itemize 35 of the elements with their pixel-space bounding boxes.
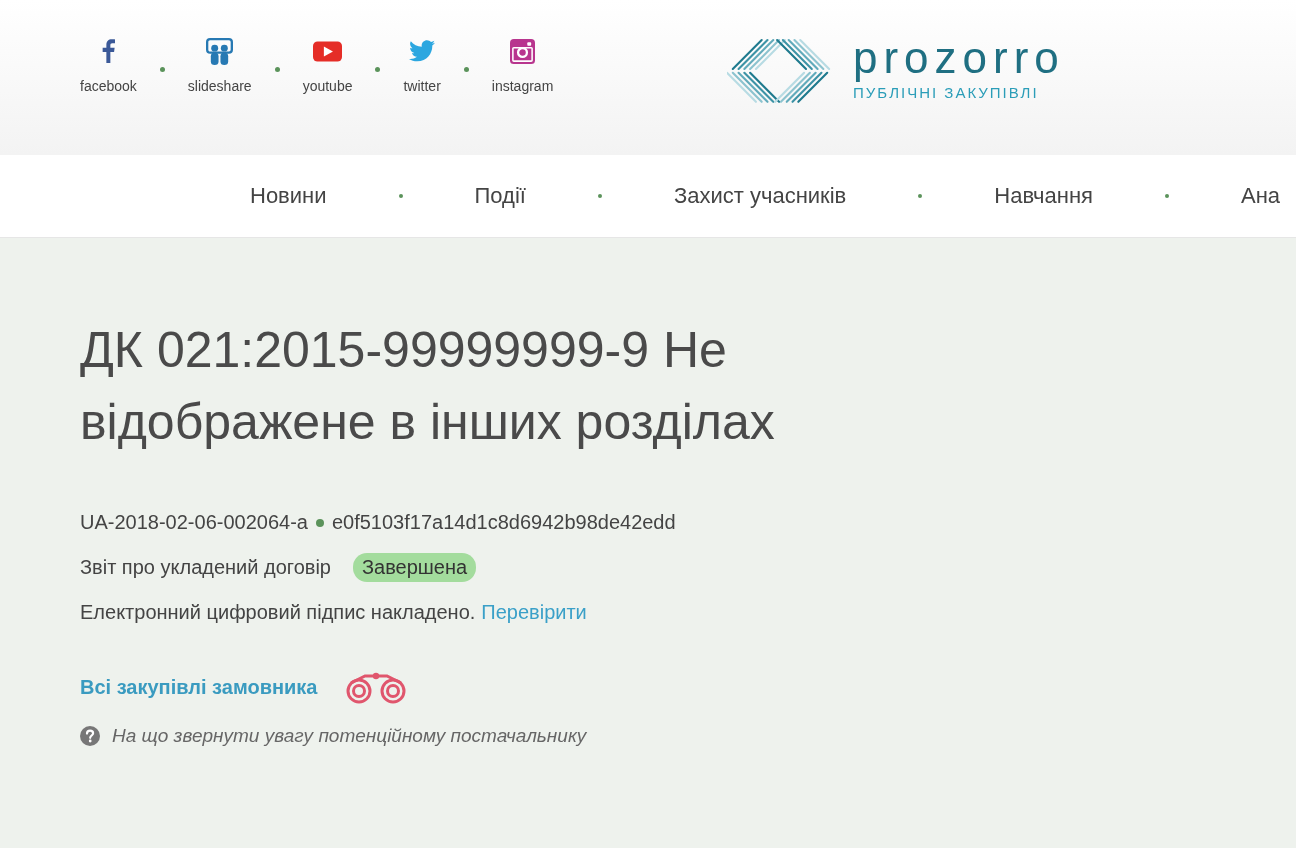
dot-separator-icon — [375, 66, 381, 72]
slideshare-icon — [206, 37, 234, 65]
supplier-hint-link[interactable]: На що звернути увагу потенційному постачальнику — [112, 725, 587, 747]
dot-separator-icon — [1165, 194, 1170, 198]
nav-link[interactable]: Захист учасників — [673, 183, 847, 209]
facebook-icon — [101, 38, 115, 64]
nav-link[interactable]: Події — [474, 183, 526, 209]
logo-tagline: ПУБЛІЧНІ ЗАКУПІВЛІ — [853, 83, 1040, 103]
procedure-type: Звіт про укладений договір — [80, 556, 331, 579]
dot-separator-icon — [274, 66, 280, 72]
dot-icon — [315, 518, 324, 527]
twitter-bird-icon — [409, 40, 436, 62]
logo-wordmark: prozorro — [853, 35, 1065, 81]
dot-separator-icon — [463, 66, 469, 72]
dot-separator-icon — [159, 66, 165, 72]
signature-text: Електронний цифровий підпис накладено. — [80, 601, 476, 624]
social-link[interactable]: instagram — [491, 38, 554, 94]
help-icon — [80, 726, 100, 746]
tender-id: UA-2018-02-06-002064-a — [80, 511, 308, 534]
dot-separator-icon — [918, 194, 923, 198]
tender-hash: e0f5103f17a14d1c8d6942b98de42edd — [331, 511, 676, 534]
nav-link[interactable]: Навчання — [994, 183, 1094, 209]
social-link[interactable]: slideshare — [187, 38, 252, 94]
binoculars-icon — [345, 671, 408, 704]
status-badge: Завершена — [352, 553, 477, 582]
nav-link[interactable]: Ана — [1241, 183, 1281, 209]
social-link[interactable]: facebook — [80, 38, 137, 94]
tender-title: ДК 021:2015-99999999-9 Не відображене в інших розділах — [80, 321, 776, 452]
youtube-icon — [313, 41, 343, 62]
dot-separator-icon — [398, 194, 403, 198]
social-link[interactable]: youtube — [302, 38, 353, 94]
social-link[interactable]: twitter — [403, 38, 441, 94]
nav-link[interactable]: Новини — [250, 183, 327, 209]
dot-separator-icon — [597, 194, 602, 198]
instagram-icon — [510, 39, 536, 64]
